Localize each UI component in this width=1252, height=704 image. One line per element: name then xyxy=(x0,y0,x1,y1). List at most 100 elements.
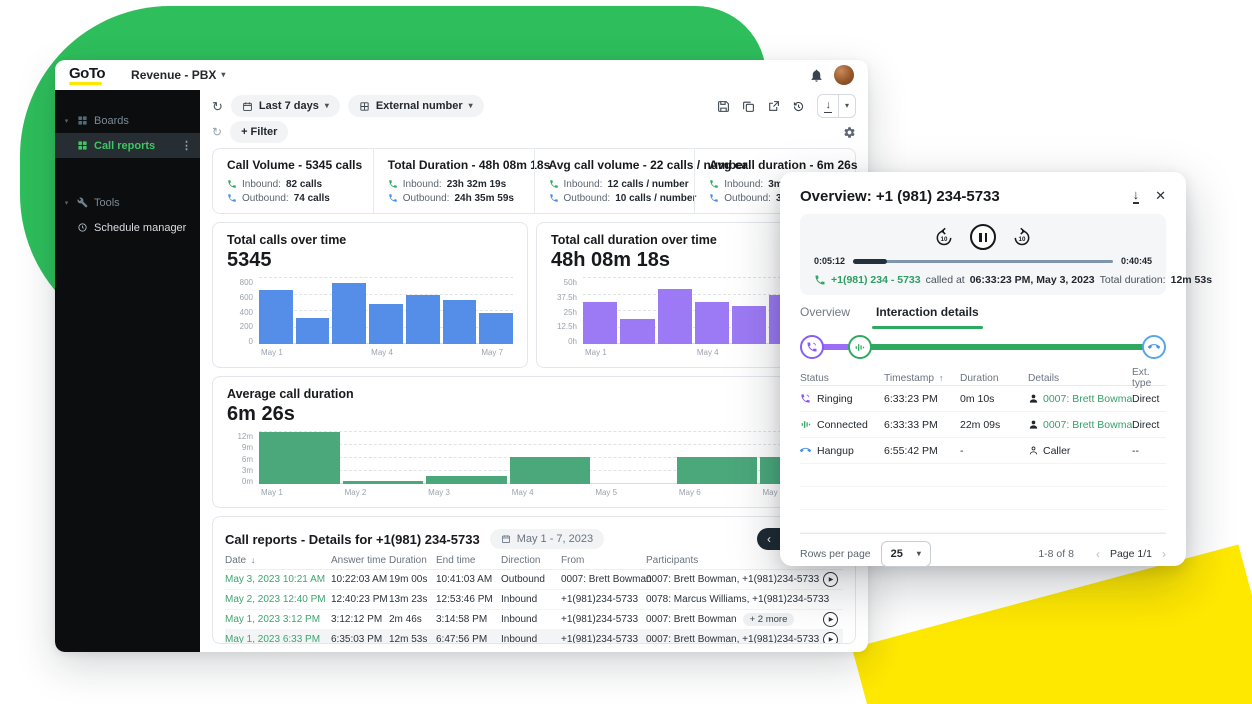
bar[interactable] xyxy=(406,295,440,345)
bar[interactable] xyxy=(443,300,477,344)
close-icon[interactable]: ✕ xyxy=(1155,188,1166,204)
col-date[interactable]: Date ↓ xyxy=(225,555,331,566)
download-icon[interactable]: ↓ xyxy=(1133,188,1140,204)
date-link[interactable]: May 1, 2023 6:33 PM xyxy=(225,634,331,644)
calendar-icon xyxy=(501,534,511,544)
bar[interactable] xyxy=(695,302,729,344)
save-board-button[interactable] xyxy=(717,100,730,113)
summary-cards: Call Volume - 5345 calls Inbound:82 call… xyxy=(212,148,856,214)
connected-marker-icon[interactable] xyxy=(848,335,872,359)
interaction-row-hangup[interactable]: Hangup 6:55:42 PM - Caller -- xyxy=(800,438,1166,464)
bar[interactable] xyxy=(296,318,330,344)
play-recording-icon[interactable]: ▶ xyxy=(823,632,838,644)
content-area: ↻ Last 7 days ▾ External number ▾ xyxy=(200,90,868,652)
user-avatar[interactable] xyxy=(834,65,854,85)
table-row-selected[interactable]: May 1, 2023 6:33 PM 6:35:03 PM 12m 53s 6… xyxy=(225,630,843,644)
notifications-bell-icon[interactable] xyxy=(809,68,824,83)
date-link[interactable]: May 3, 2023 10:21 AM xyxy=(225,574,331,585)
bar[interactable] xyxy=(479,313,513,344)
tree-caret-icon[interactable]: ▾ xyxy=(62,199,71,207)
svg-text:10: 10 xyxy=(1019,236,1026,243)
date-link[interactable]: May 2, 2023 12:40 PM xyxy=(225,594,331,605)
call-reports-grid-icon xyxy=(77,140,88,151)
download-button[interactable]: ↓ xyxy=(818,95,838,117)
tab-overview[interactable]: Overview xyxy=(800,305,850,325)
y-tick: 600 xyxy=(240,293,253,302)
table-row[interactable]: May 1, 2023 3:12 PM 3:12:12 PM 2m 46s 3:… xyxy=(225,610,843,630)
col-duration[interactable]: Duration xyxy=(389,555,436,566)
col-from[interactable]: From xyxy=(561,555,646,566)
kebab-menu-icon[interactable]: ⋮ xyxy=(181,139,192,152)
share-export-button[interactable] xyxy=(767,100,780,113)
interaction-row-ringing[interactable]: Ringing 6:33:23 PM 0m 10s 0007: Brett Bo… xyxy=(800,386,1166,412)
summary-title: Avg call duration - 6m 26s xyxy=(709,158,841,172)
outbound-phone-icon xyxy=(227,193,237,203)
bar[interactable] xyxy=(332,283,366,344)
play-recording-icon[interactable]: ▶ xyxy=(823,572,838,587)
sidebar-item-boards[interactable]: ▾ Boards xyxy=(55,108,200,133)
download-options-button[interactable]: ▾ xyxy=(838,95,855,117)
page-prev-icon[interactable]: ‹ xyxy=(1096,547,1100,561)
bar[interactable] xyxy=(677,457,758,484)
direction: Inbound xyxy=(501,614,561,625)
col-details[interactable]: Details xyxy=(1028,373,1132,384)
date-range-chip[interactable]: Last 7 days ▾ xyxy=(231,95,340,117)
x-tick: May 7 xyxy=(479,348,513,357)
col-status[interactable]: Status xyxy=(800,373,884,384)
filter-toolbar: ↻ Last 7 days ▾ External number ▾ xyxy=(212,94,856,118)
more-participants-chip[interactable]: + 2 more xyxy=(743,613,795,626)
bar[interactable] xyxy=(259,432,340,484)
refresh-icon[interactable]: ↻ xyxy=(212,100,223,113)
hangup-marker-icon[interactable] xyxy=(1142,335,1166,359)
bar[interactable] xyxy=(658,289,692,344)
col-duration[interactable]: Duration xyxy=(960,373,1028,384)
tree-caret-icon[interactable]: ▾ xyxy=(62,117,71,125)
y-tick: 50h xyxy=(564,278,577,287)
sidebar-item-call-reports[interactable]: Call reports ⋮ xyxy=(55,133,200,158)
table-row[interactable]: May 3, 2023 10:21 AM 10:22:03 AM 19m 00s… xyxy=(225,570,843,590)
bar[interactable] xyxy=(620,319,654,344)
bar[interactable] xyxy=(583,302,617,344)
x-tick: May 4 xyxy=(695,348,729,357)
details-link[interactable]: 0007: Brett Bowman xyxy=(1043,393,1132,405)
col-end-time[interactable]: End time xyxy=(436,555,501,566)
col-ext-type[interactable]: Ext. type xyxy=(1132,367,1166,389)
bar[interactable] xyxy=(510,457,591,484)
refresh-icon[interactable]: ↻ xyxy=(212,126,222,138)
dimension-chip[interactable]: External number ▾ xyxy=(348,95,484,117)
bar[interactable] xyxy=(732,306,766,344)
sidebar-item-schedule-manager[interactable]: Schedule manager xyxy=(55,215,200,240)
pause-button[interactable] xyxy=(970,224,996,250)
workspace-selector[interactable]: Revenue - PBX ▾ xyxy=(131,68,225,82)
bar[interactable] xyxy=(259,290,293,344)
history-button[interactable] xyxy=(792,100,805,113)
col-timestamp[interactable]: Timestamp ↑ xyxy=(884,373,960,384)
col-direction[interactable]: Direction xyxy=(501,555,561,566)
ringing-marker-icon[interactable] xyxy=(800,335,824,359)
tab-interaction-details[interactable]: Interaction details xyxy=(876,305,979,325)
copy-button[interactable] xyxy=(742,100,755,113)
progress-track[interactable] xyxy=(853,260,1113,263)
sidebar-item-tools[interactable]: ▾ Tools xyxy=(55,190,200,215)
inbound-label: Inbound: xyxy=(242,179,281,190)
caller-number[interactable]: +1(981) 234 - 5733 xyxy=(831,274,921,286)
details-link[interactable]: 0007: Brett Bowman xyxy=(1043,419,1132,431)
interaction-row-connected[interactable]: Connected 6:33:33 PM 22m 09s 0007: Brett… xyxy=(800,412,1166,438)
y-tick: 0m xyxy=(242,477,253,486)
x-tick: May 3 xyxy=(426,488,507,497)
rows-per-page-select[interactable]: 25 ▾ xyxy=(881,541,931,567)
add-filter-chip[interactable]: + Filter xyxy=(230,121,288,143)
forward-10-button[interactable]: 10 xyxy=(1012,227,1032,247)
col-answer-time[interactable]: Answer time xyxy=(331,555,389,566)
bar[interactable] xyxy=(343,481,424,484)
date-link[interactable]: May 1, 2023 3:12 PM xyxy=(225,614,331,625)
sidebar: ▾ Boards Call reports ⋮ ▾ xyxy=(55,90,200,652)
bar[interactable] xyxy=(426,476,507,484)
gear-icon[interactable] xyxy=(843,126,856,139)
play-recording-icon[interactable]: ▶ xyxy=(823,612,838,627)
page-next-icon[interactable]: › xyxy=(1162,547,1166,561)
table-date-chip[interactable]: May 1 - 7, 2023 xyxy=(490,529,604,549)
table-row[interactable]: May 2, 2023 12:40 PM 12:40:23 PM 13m 23s… xyxy=(225,590,843,610)
rewind-10-button[interactable]: 10 xyxy=(934,227,954,247)
bar[interactable] xyxy=(369,304,403,344)
